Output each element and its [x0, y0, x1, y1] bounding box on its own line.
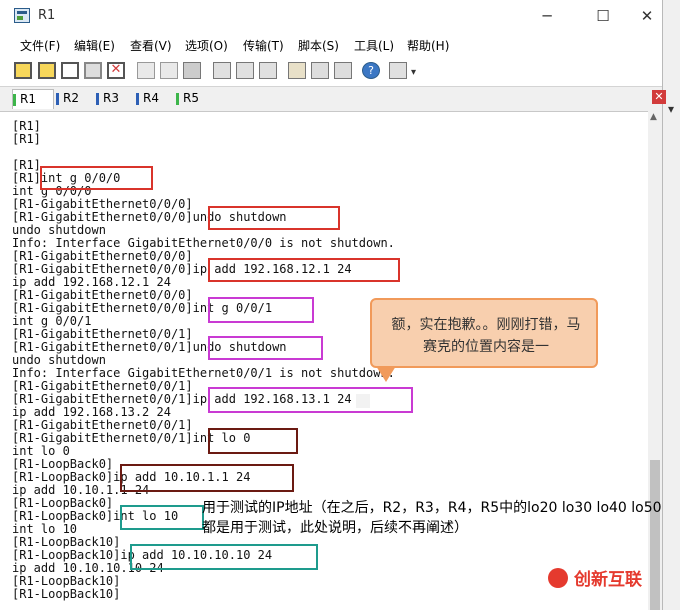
find-icon[interactable] — [183, 62, 201, 79]
highlight-undo-shutdown-1 — [208, 336, 323, 360]
global-options-icon[interactable] — [311, 62, 329, 79]
highlight-int-g001 — [208, 297, 314, 323]
menu-options[interactable]: 选项(O) — [185, 37, 228, 54]
tab-r2[interactable]: R2 — [56, 89, 92, 108]
paste-icon[interactable] — [160, 62, 178, 79]
highlight-ip-add-12 — [208, 258, 400, 282]
status-mark-icon — [56, 92, 59, 105]
maximize-icon[interactable]: ☐ — [588, 4, 618, 28]
terminal-line: [R1] — [12, 132, 41, 146]
mosaic-patch — [356, 394, 370, 408]
callout-note: 额，实在抱歉。。刚刚打错，马赛克的位置内容是一 — [370, 298, 598, 368]
sftp-icon[interactable] — [389, 62, 407, 79]
toolbar: ✕ ? ▾ — [0, 58, 662, 84]
background-window-edge: ▾ — [668, 102, 675, 116]
quick-connect-icon[interactable] — [38, 62, 56, 79]
reconnect-icon[interactable] — [84, 62, 102, 79]
close-icon[interactable]: ✕ — [632, 4, 662, 28]
help-icon[interactable]: ? — [362, 62, 380, 79]
session-tabs: R1 R2 R3 R4 R5 — [0, 86, 662, 112]
scroll-up-icon[interactable]: ▲ — [650, 112, 657, 122]
status-mark-icon — [96, 92, 99, 105]
tab-r1[interactable]: R1 — [12, 89, 54, 109]
watermark-text: 创新互联 — [574, 570, 642, 590]
connect-tab-icon[interactable] — [61, 62, 79, 79]
status-mark-icon — [176, 92, 179, 105]
keymap-icon[interactable] — [334, 62, 352, 79]
menu-bar: 文件(F) 编辑(E) 查看(V) 选项(O) 传输(T) 脚本(S) 工具(L… — [0, 34, 662, 56]
tab-label: R5 — [183, 91, 199, 105]
highlight-ip-add-lo0 — [120, 464, 294, 492]
callout-pointer — [376, 366, 396, 382]
highlight-int-lo0 — [208, 428, 298, 454]
tab-r3[interactable]: R3 — [96, 89, 132, 108]
status-mark-icon — [13, 93, 16, 106]
app-icon — [14, 8, 30, 23]
menu-script[interactable]: 脚本(S) — [298, 37, 339, 54]
tab-label: R2 — [63, 91, 79, 105]
callout-text: 额，实在抱歉。。刚刚打错，马赛克的位置内容是一 — [391, 317, 581, 355]
terminal-line: [R1] — [12, 119, 41, 133]
highlight-ip-add-13 — [208, 387, 413, 413]
copy-icon[interactable] — [137, 62, 155, 79]
chevron-down-icon[interactable]: ▾ — [411, 62, 421, 79]
highlight-int-g000 — [40, 166, 153, 190]
menu-transfer[interactable]: 传输(T) — [243, 37, 284, 54]
print-screen-icon[interactable] — [236, 62, 254, 79]
menu-help[interactable]: 帮助(H) — [407, 37, 449, 54]
connect-icon[interactable] — [14, 62, 32, 79]
terminal-line: [R1-GigabitEthernet0/0/1]int lo 0 — [12, 431, 251, 445]
print-icon[interactable] — [259, 62, 277, 79]
status-mark-icon — [136, 92, 139, 105]
highlight-int-lo10 — [120, 505, 204, 530]
print-setup-icon[interactable] — [213, 62, 231, 79]
close-tab-icon[interactable]: ✕ — [652, 90, 666, 104]
tab-r4[interactable]: R4 — [136, 89, 172, 108]
watermark-logo-icon — [548, 568, 568, 588]
menu-edit[interactable]: 编辑(E) — [74, 37, 115, 54]
terminal-line: [R1-LoopBack10] — [12, 587, 121, 601]
tab-label: R3 — [103, 91, 119, 105]
tab-r5[interactable]: R5 — [176, 89, 212, 108]
highlight-ip-add-lo10 — [130, 544, 318, 570]
menu-tools[interactable]: 工具(L) — [354, 37, 394, 54]
disconnect-icon[interactable]: ✕ — [107, 62, 125, 79]
tab-label: R4 — [143, 91, 159, 105]
minimize-icon[interactable]: ─ — [532, 4, 562, 28]
session-options-icon[interactable] — [288, 62, 306, 79]
menu-view[interactable]: 查看(V) — [130, 37, 172, 54]
annotation-note: 用于测试的IP地址（在之后，R2，R3，R4，R5中的lo20 lo30 lo4… — [202, 500, 662, 536]
title-bar: R1 ─ ☐ ✕ — [0, 0, 662, 32]
window-title: R1 — [38, 8, 56, 23]
menu-file[interactable]: 文件(F) — [20, 37, 60, 54]
tab-label: R1 — [20, 92, 36, 106]
highlight-undo-shutdown-0 — [208, 206, 340, 230]
